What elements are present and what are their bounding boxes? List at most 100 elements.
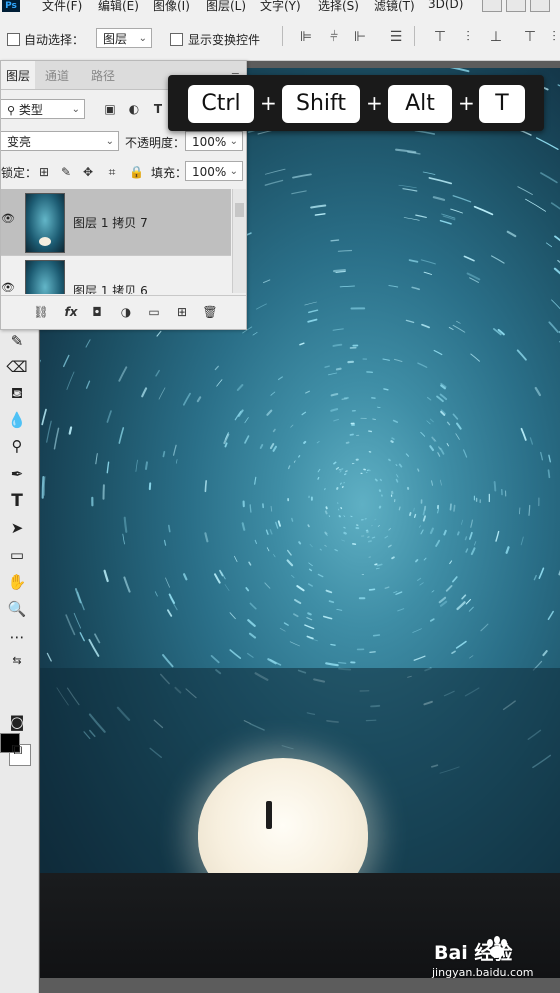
star-trail <box>323 615 333 620</box>
align-top-edges-icon[interactable]: ⊤ <box>432 30 448 44</box>
align-distribute-icon[interactable]: ☰ <box>388 30 404 44</box>
lock-position-icon[interactable]: ✥ <box>81 165 95 179</box>
scrollbar-thumb[interactable] <box>235 203 244 217</box>
rectangle-tool-icon[interactable]: ▭ <box>4 544 30 566</box>
hand-tool-icon[interactable]: ✋ <box>4 571 30 593</box>
star-trail <box>345 470 348 473</box>
auto-select-checkbox[interactable] <box>7 33 20 46</box>
layer-row[interactable]: 👁 图层 1 拷贝 7 <box>1 189 231 256</box>
menu-3d[interactable]: 3D(D) <box>428 0 463 11</box>
layer-row[interactable]: 👁 图层 1 拷贝 6 <box>1 256 231 294</box>
type-tool-icon[interactable]: T <box>4 490 30 512</box>
align-left-edges-icon[interactable]: ⊫ <box>298 30 314 44</box>
screen-mode-icon[interactable]: ⧉ <box>4 738 30 760</box>
swap-colors-icon[interactable]: ⇆ <box>4 650 30 672</box>
more-tools-icon[interactable]: ⋯ <box>4 626 30 648</box>
star-trail <box>234 555 238 563</box>
eye-icon[interactable]: 👁 <box>1 213 15 225</box>
align-bottom-edges-icon[interactable]: ⊥ <box>488 30 504 44</box>
filter-type-icon[interactable]: T <box>151 102 165 116</box>
star-trail <box>548 454 551 463</box>
star-trail <box>309 543 313 548</box>
star-trail <box>436 395 444 403</box>
layer-style-fx-icon[interactable]: fx <box>63 304 79 320</box>
star-trail <box>464 536 468 541</box>
star-trail <box>277 376 283 381</box>
key-t: T <box>479 85 525 123</box>
distribute-center-icon[interactable]: ⫶ <box>546 30 560 44</box>
menu-image[interactable]: 图像(I) <box>153 0 190 14</box>
filter-pixel-icon[interactable]: ▣ <box>103 102 117 116</box>
star-trail <box>291 574 295 578</box>
tab-paths[interactable]: 路径 <box>81 61 125 89</box>
minimize-button[interactable] <box>482 0 502 12</box>
align-vertical-centers-icon[interactable]: ⫶ <box>460 30 476 44</box>
lock-all-icon[interactable]: 🔒 <box>129 165 144 179</box>
align-right-edges-icon[interactable]: ⊩ <box>352 30 368 44</box>
path-selection-tool-icon[interactable]: ➤ <box>4 517 30 539</box>
star-trail <box>330 408 339 412</box>
menu-file[interactable]: 文件(F) <box>42 0 82 14</box>
star-trail <box>122 533 125 545</box>
filter-adjustment-icon[interactable]: ◐ <box>127 102 141 116</box>
tab-layers[interactable]: 图层 <box>1 61 35 89</box>
star-trail <box>402 188 418 192</box>
delete-layer-trash-icon[interactable]: 🗑 <box>202 304 218 320</box>
quick-mask-icon[interactable]: ◙ <box>4 711 30 733</box>
menu-edit[interactable]: 编辑(E) <box>98 0 139 14</box>
zoom-tool-icon[interactable]: 🔍 <box>4 598 30 620</box>
star-trail <box>466 272 481 281</box>
show-transform-checkbox[interactable] <box>170 33 183 46</box>
star-trail <box>470 519 473 528</box>
filter-kind-dropdown[interactable]: ⚲ 类型 ⌄ <box>1 99 85 119</box>
star-trail <box>301 411 307 416</box>
star-trail <box>333 269 346 273</box>
star-trail <box>106 461 110 474</box>
lock-image-icon[interactable]: ✎ <box>59 165 73 179</box>
layers-scrollbar[interactable] <box>232 189 246 293</box>
menu-select[interactable]: 选择(S) <box>318 0 359 14</box>
lock-transparent-icon[interactable]: ⊞ <box>37 165 51 179</box>
align-horizontal-centers-icon[interactable]: ⫩ <box>326 30 342 44</box>
star-trail <box>453 504 456 512</box>
auto-select-dropdown[interactable]: 图层 ⌄ <box>96 28 152 48</box>
star-trail <box>374 563 378 566</box>
star-trail <box>85 380 91 389</box>
distribute-top-icon[interactable]: ⊤ <box>522 30 538 44</box>
menu-filter[interactable]: 滤镜(T) <box>374 0 415 14</box>
star-trail <box>307 318 318 323</box>
eye-icon[interactable]: 👁 <box>1 282 15 294</box>
maximize-button[interactable] <box>506 0 526 12</box>
star-trail <box>291 517 294 522</box>
menu-layer[interactable]: 图层(L) <box>206 0 246 14</box>
person-silhouette <box>266 801 272 829</box>
new-layer-icon[interactable]: ⊞ <box>174 304 190 320</box>
paint-bucket-tool-icon[interactable]: ⛾ <box>4 382 30 404</box>
star-trail <box>423 271 433 275</box>
star-trail <box>88 638 100 657</box>
plus-sign: + <box>366 91 383 115</box>
adjustment-layer-icon[interactable]: ◑ <box>118 304 134 320</box>
pen-tool-icon[interactable]: ✒ <box>4 463 30 485</box>
star-trail <box>73 612 82 629</box>
fill-field[interactable]: 100% ⌄ <box>185 161 243 181</box>
star-trail <box>339 467 344 471</box>
close-button[interactable] <box>530 0 550 12</box>
add-mask-icon[interactable]: ◘ <box>89 304 105 320</box>
blend-mode-dropdown[interactable]: 变亮 ⌄ <box>1 131 119 151</box>
menu-type[interactable]: 文字(Y) <box>260 0 301 14</box>
star-trail <box>490 255 505 264</box>
lock-artboard-icon[interactable]: ⌗ <box>105 165 119 179</box>
eraser-tool-icon[interactable]: ⌫ <box>4 356 30 378</box>
star-trail <box>439 447 445 455</box>
star-trail <box>298 541 302 545</box>
opacity-field[interactable]: 100% ⌄ <box>185 131 243 151</box>
star-trail <box>388 527 391 531</box>
fill-label: 填充： <box>151 166 188 180</box>
tab-channels[interactable]: 通道 <box>37 61 77 89</box>
new-group-folder-icon[interactable]: ▭ <box>146 304 162 320</box>
link-layers-icon[interactable]: ⛓ <box>33 304 49 320</box>
blur-tool-icon[interactable]: 💧 <box>4 409 30 431</box>
healing-brush-tool-icon[interactable]: ✎ <box>4 330 30 352</box>
dodge-tool-icon[interactable]: ⚲ <box>4 435 30 457</box>
